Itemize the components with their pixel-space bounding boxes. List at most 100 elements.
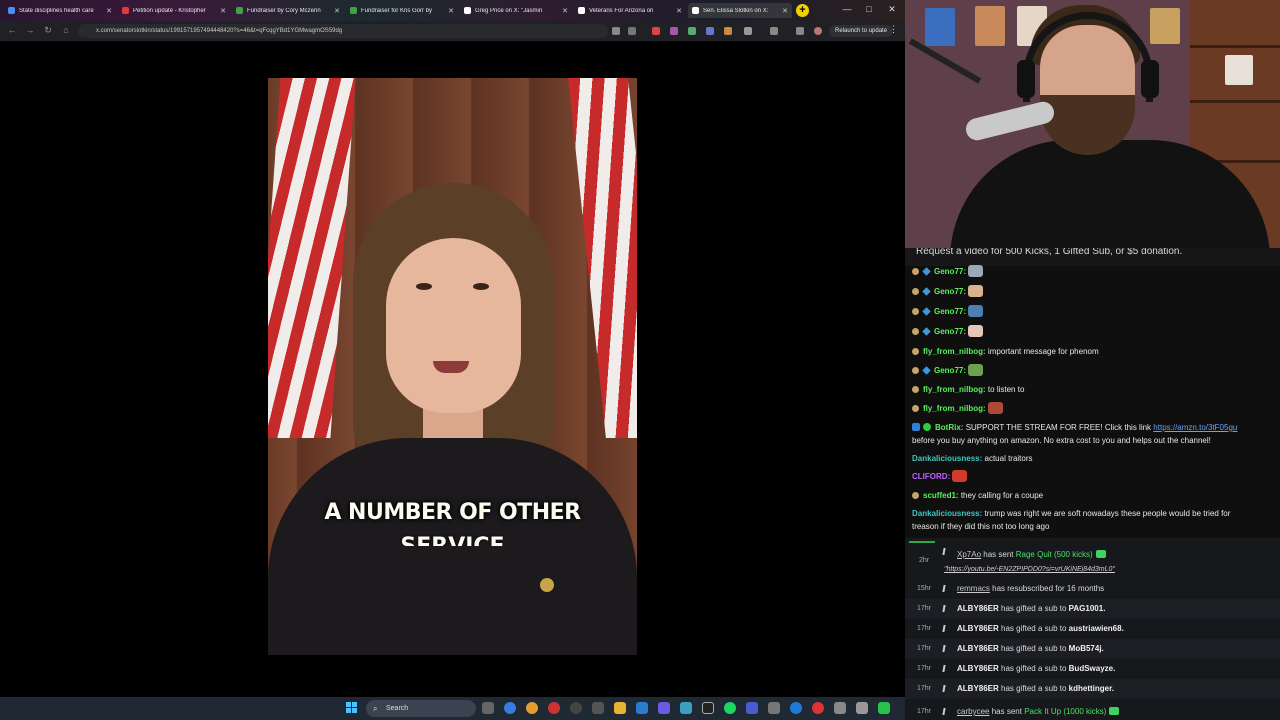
tab-close-icon[interactable]: ✕ — [106, 7, 112, 15]
event-user[interactable]: ALBY86ER — [957, 644, 999, 653]
event-user[interactable]: remmacs — [957, 584, 990, 593]
extension-icon[interactable] — [688, 27, 696, 35]
app-icon[interactable] — [702, 702, 714, 714]
taskbar-search[interactable]: ⌕ Search — [366, 700, 476, 717]
chat-username[interactable]: Geno77: — [934, 327, 966, 336]
app-icon[interactable] — [812, 702, 824, 714]
app-icon[interactable] — [834, 702, 846, 714]
bot-badge-icon — [912, 423, 920, 431]
obs-icon[interactable] — [570, 702, 582, 714]
tab-close-icon[interactable]: ✕ — [782, 7, 788, 15]
app-icon[interactable] — [768, 702, 780, 714]
tab-close-icon[interactable]: ✕ — [334, 7, 340, 15]
event-target[interactable]: MoB574j. — [1069, 644, 1104, 653]
tab-close-icon[interactable]: ✕ — [676, 7, 682, 15]
event-time: 17hr — [916, 605, 931, 612]
event-row: 17hr carbycee has sent Pack It Up (1000 … — [905, 702, 1280, 720]
app-icon[interactable] — [680, 702, 692, 714]
bookmark-star-icon[interactable] — [628, 27, 636, 35]
tab-5[interactable]: Greg Price on X: "Jasmin ✕ — [460, 3, 572, 18]
event-text: ALBY86ER has gifted a sub to PAG1001. — [957, 604, 1106, 613]
relaunch-button[interactable]: Relaunch to update — [829, 25, 894, 37]
extension-icon[interactable] — [706, 27, 714, 35]
chat-username[interactable]: Geno77: — [934, 287, 966, 296]
chat-username[interactable]: fly_from_nilbog: — [923, 347, 986, 356]
app-icon[interactable] — [592, 702, 604, 714]
event-user[interactable]: ALBY86ER — [957, 684, 999, 693]
menu-kebab-icon[interactable]: ⋮ — [889, 24, 898, 35]
app-icon[interactable] — [636, 702, 648, 714]
tab-7-active[interactable]: Sen. Elissa Slotkin on X: ✕ — [688, 3, 792, 18]
downloads-icon[interactable] — [796, 27, 804, 35]
app-icon[interactable] — [746, 702, 758, 714]
emote-icon — [968, 285, 984, 297]
reload-icon[interactable]: ↻ — [42, 25, 54, 36]
new-tab-button[interactable]: + — [796, 4, 809, 17]
chat-username[interactable]: Dankaliciousness: — [912, 454, 982, 463]
chat-username[interactable]: fly_from_nilbog: — [923, 404, 986, 413]
feed-divider — [909, 541, 935, 543]
chat-username[interactable]: Dankaliciousness: — [912, 509, 982, 518]
event-user[interactable]: ALBY86ER — [957, 604, 999, 613]
discord-icon[interactable] — [658, 702, 670, 714]
app-icon[interactable] — [856, 702, 868, 714]
event-target[interactable]: kdhettinger. — [1069, 684, 1114, 693]
app-icon[interactable] — [790, 702, 802, 714]
spotify-icon[interactable] — [724, 702, 736, 714]
chat-link[interactable]: https://amzn.to/3tF05gu — [1153, 423, 1237, 432]
back-arrow-icon[interactable]: ← — [6, 25, 18, 35]
video-player[interactable]: A NUMBER OF OTHER SERVICE — [268, 78, 637, 655]
minimize-button[interactable]: — — [840, 4, 854, 14]
chrome-icon[interactable] — [526, 702, 538, 714]
file-explorer-icon[interactable] — [614, 702, 626, 714]
event-link[interactable]: "https://youtu.be/-EN2ZPIPDD0?si=vrUKiNE… — [944, 566, 1115, 573]
side-panel-icon[interactable] — [770, 27, 778, 35]
search-icon: ⌕ — [373, 704, 378, 713]
tab-close-icon[interactable]: ✕ — [448, 7, 454, 15]
chat-username[interactable]: scuffed1: — [923, 491, 959, 500]
chat-username[interactable]: Geno77: — [934, 366, 966, 375]
kick-icon[interactable] — [878, 702, 890, 714]
edge-icon[interactable] — [504, 702, 516, 714]
task-view-icon[interactable] — [482, 702, 494, 714]
extension-icon[interactable] — [670, 27, 678, 35]
chat-text: they calling for a coupe — [960, 491, 1044, 500]
home-icon[interactable]: ⌂ — [60, 25, 72, 35]
chat-username[interactable]: Geno77: — [934, 267, 966, 276]
event-target[interactable]: PAG1001. — [1069, 604, 1106, 613]
install-app-icon[interactable] — [612, 27, 620, 35]
extension-icon[interactable] — [724, 27, 732, 35]
kicks-gem-icon — [1095, 550, 1106, 558]
extensions-puzzle-icon[interactable] — [744, 27, 752, 35]
windows-start-icon[interactable] — [346, 702, 358, 714]
forward-arrow-icon[interactable]: → — [24, 25, 36, 35]
tab-3[interactable]: Fundraiser by Cory Mczenn ✕ — [232, 3, 344, 18]
tab-2[interactable]: Petition update - Kristopher ✕ — [118, 3, 230, 18]
tab-4[interactable]: Fundraiser for Kris Gorr by ✕ — [346, 3, 458, 18]
chat-username[interactable]: fly_from_nilbog: — [923, 385, 986, 394]
event-user[interactable]: ALBY86ER — [957, 664, 999, 673]
shelf-board — [1190, 45, 1280, 48]
chrome-alt-icon[interactable] — [548, 702, 560, 714]
chat-username[interactable]: CLIFORD: — [912, 472, 950, 481]
close-button[interactable]: ✕ — [885, 4, 899, 15]
event-user[interactable]: carbycee — [957, 707, 989, 716]
chat-username[interactable]: Geno77: — [934, 307, 966, 316]
address-bar[interactable]: x.com/senatorslotkin/status/199157195749… — [78, 24, 608, 38]
maximize-button[interactable]: □ — [862, 4, 876, 14]
avatar[interactable] — [814, 27, 822, 35]
chat-username[interactable]: BotRix: — [935, 423, 963, 432]
event-row: 17hr ALBY86ER has gifted a sub to MoB574… — [905, 639, 1280, 659]
event-target[interactable]: austriawien68. — [1069, 624, 1124, 633]
event-user[interactable]: ALBY86ER — [957, 624, 999, 633]
tab-close-icon[interactable]: ✕ — [220, 7, 226, 15]
sub-badge-icon — [922, 327, 931, 336]
x-logo-icon — [692, 7, 699, 14]
extension-icon[interactable] — [652, 27, 660, 35]
wall-poster — [975, 6, 1005, 46]
tab-6[interactable]: Veterans For Arizona on ✕ — [574, 3, 686, 18]
tab-1[interactable]: State disciplines health care ✕ — [4, 3, 116, 18]
event-target[interactable]: BudSwayze. — [1069, 664, 1116, 673]
event-user[interactable]: Xp7Ao — [957, 550, 981, 559]
tab-close-icon[interactable]: ✕ — [562, 7, 568, 15]
